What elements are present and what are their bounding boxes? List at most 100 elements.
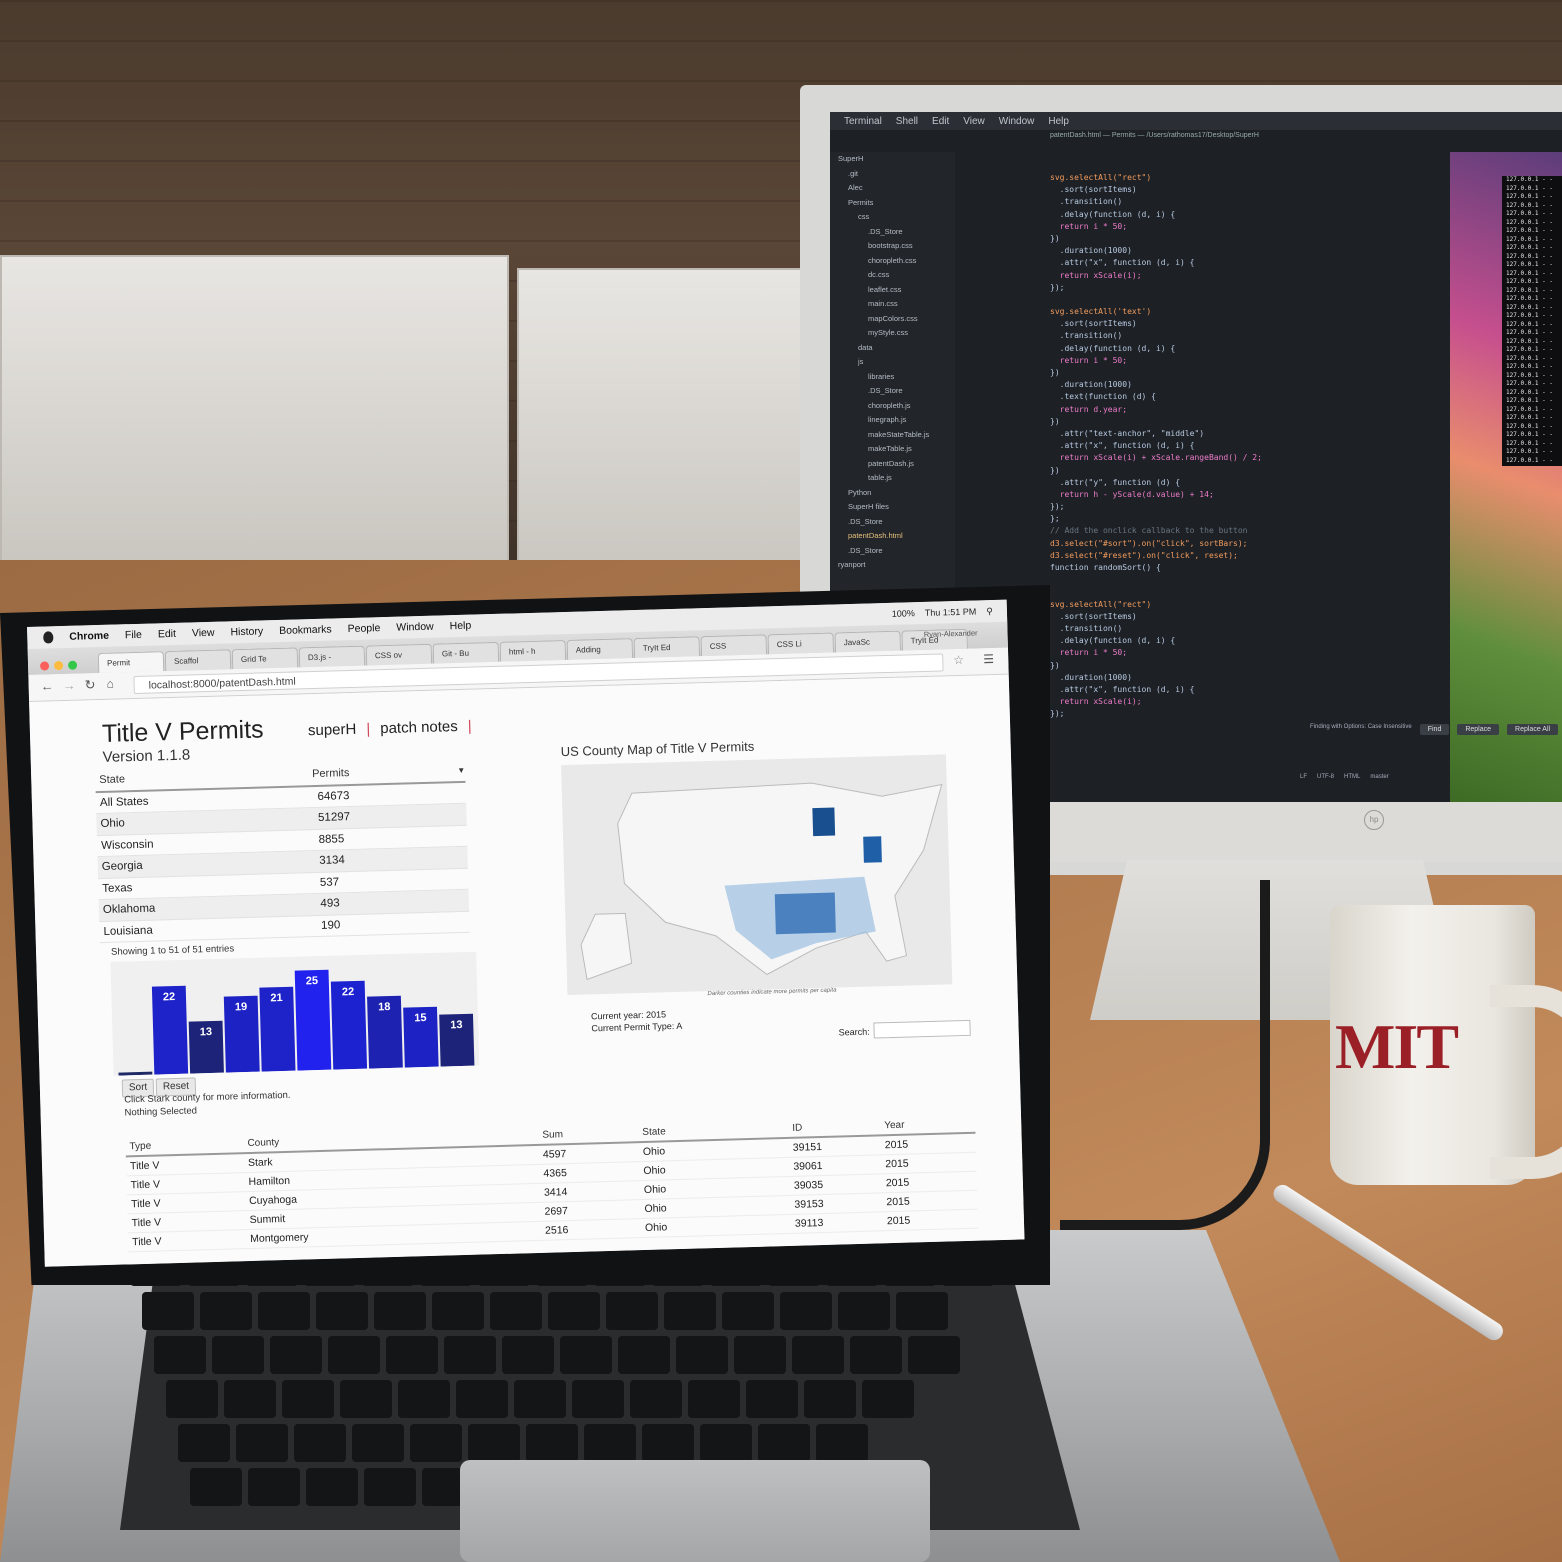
file-tree-item[interactable]: dc.css: [830, 268, 955, 283]
keyboard-key[interactable]: [410, 1424, 462, 1462]
keyboard-key[interactable]: [838, 1292, 890, 1330]
menu-view[interactable]: View: [192, 627, 215, 640]
browser-tab[interactable]: JavaSc: [834, 630, 901, 653]
file-tree-item[interactable]: Alec: [830, 181, 955, 196]
file-tree-item[interactable]: main.css: [830, 297, 955, 312]
browser-tab[interactable]: CSS: [700, 634, 768, 657]
keyboard-key[interactable]: [642, 1424, 694, 1462]
bookmark-star-icon[interactable]: ☆: [953, 653, 964, 667]
column-header-sum[interactable]: Sum: [542, 1127, 642, 1141]
file-tree-item[interactable]: choropleth.css: [830, 254, 955, 269]
keyboard-key[interactable]: [432, 1292, 484, 1330]
keyboard-key[interactable]: [270, 1336, 322, 1374]
search-icon[interactable]: ⚲: [986, 606, 993, 617]
file-tree-item[interactable]: choropleth.js: [830, 399, 955, 414]
column-header-permits[interactable]: Permits: [312, 764, 457, 780]
keyboard-key[interactable]: [352, 1424, 404, 1462]
keyboard-key[interactable]: [514, 1380, 566, 1418]
browser-tab[interactable]: CSS Li: [767, 632, 835, 655]
keyboard-key[interactable]: [908, 1336, 960, 1374]
reload-icon[interactable]: ↻: [84, 677, 95, 693]
file-tree-item[interactable]: linegraph.js: [830, 413, 955, 428]
keyboard-key[interactable]: [560, 1336, 612, 1374]
column-header-state[interactable]: State: [95, 768, 312, 787]
keyboard-key[interactable]: [606, 1292, 658, 1330]
browser-tab[interactable]: Permit: [97, 651, 165, 674]
keyboard-key[interactable]: [618, 1336, 670, 1374]
keyboard-key[interactable]: [200, 1292, 252, 1330]
editor-menu-help[interactable]: Help: [1048, 116, 1069, 127]
keyboard-key[interactable]: [862, 1380, 914, 1418]
keyboard-key[interactable]: [700, 1424, 752, 1462]
keyboard-key[interactable]: [306, 1468, 358, 1506]
browser-tab[interactable]: html - h: [499, 639, 567, 662]
browser-tab[interactable]: TryIt Ed: [633, 636, 701, 659]
menu-window[interactable]: Window: [396, 621, 434, 634]
file-tree-item[interactable]: patentDash.js: [830, 457, 955, 472]
editor-menu-shell[interactable]: Shell: [896, 116, 918, 127]
keyboard-key[interactable]: [734, 1336, 786, 1374]
file-tree-item[interactable]: Python: [830, 486, 955, 501]
file-tree-item[interactable]: SuperH: [830, 152, 955, 167]
file-tree-item[interactable]: SuperH files: [830, 500, 955, 515]
file-tree-item[interactable]: .DS_Store: [830, 225, 955, 240]
menu-bookmarks[interactable]: Bookmarks: [279, 623, 332, 636]
browser-tab[interactable]: D3.js -: [298, 645, 366, 668]
keyboard-key[interactable]: [190, 1468, 242, 1506]
keyboard-key[interactable]: [490, 1292, 542, 1330]
keyboard-key[interactable]: [166, 1380, 218, 1418]
keyboard-key[interactable]: [212, 1336, 264, 1374]
find-button-0[interactable]: Find: [1419, 724, 1450, 735]
chrome-menu-icon[interactable]: ☰: [983, 652, 994, 666]
file-tree-item[interactable]: myStyle.css: [830, 326, 955, 341]
keyboard-key[interactable]: [398, 1380, 450, 1418]
file-tree-item[interactable]: makeStateTable.js: [830, 428, 955, 443]
apple-icon[interactable]: [43, 631, 54, 644]
find-button-1[interactable]: Replace: [1457, 724, 1500, 735]
file-tree-item[interactable]: css: [830, 210, 955, 225]
menu-chrome[interactable]: Chrome: [69, 630, 109, 643]
file-tree-item[interactable]: data: [830, 341, 955, 356]
forward-arrow-icon[interactable]: →: [62, 678, 75, 693]
file-tree-item[interactable]: Permits: [830, 196, 955, 211]
menu-edit[interactable]: Edit: [158, 628, 176, 641]
trackpad[interactable]: [460, 1460, 930, 1562]
us-county-map[interactable]: [561, 754, 953, 996]
keyboard-key[interactable]: [758, 1424, 810, 1462]
menu-people[interactable]: People: [347, 622, 380, 635]
zoom-window-icon[interactable]: [67, 660, 78, 670]
browser-tab[interactable]: Adding: [566, 638, 634, 660]
keyboard-key[interactable]: [178, 1424, 230, 1462]
keyboard-key[interactable]: [572, 1380, 624, 1418]
keyboard-key[interactable]: [896, 1292, 948, 1330]
keyboard-key[interactable]: [154, 1336, 206, 1374]
keyboard-key[interactable]: [444, 1336, 496, 1374]
menu-file[interactable]: File: [125, 629, 142, 641]
column-header-id[interactable]: ID: [792, 1120, 884, 1133]
file-tree-item[interactable]: makeTable.js: [830, 442, 955, 457]
keyboard-key[interactable]: [340, 1380, 392, 1418]
nav-link-patch-notes[interactable]: patch notes: [380, 718, 458, 737]
keyboard-key[interactable]: [236, 1424, 288, 1462]
keyboard-key[interactable]: [804, 1380, 856, 1418]
keyboard-key[interactable]: [688, 1380, 740, 1418]
editor-menu-view[interactable]: View: [963, 116, 985, 127]
file-tree-item[interactable]: libraries: [830, 370, 955, 385]
search-input[interactable]: [873, 1019, 971, 1039]
keyboard-key[interactable]: [282, 1380, 334, 1418]
profile-name[interactable]: Ryan-Alexander: [924, 628, 978, 638]
keyboard-key[interactable]: [676, 1336, 728, 1374]
column-header-year[interactable]: Year: [884, 1117, 974, 1131]
browser-tab[interactable]: CSS ov: [365, 643, 433, 666]
column-header-county[interactable]: County: [247, 1129, 542, 1149]
file-tree-item[interactable]: ryanport: [830, 558, 955, 573]
find-button-2[interactable]: Replace All: [1507, 724, 1559, 735]
keyboard-key[interactable]: [386, 1336, 438, 1374]
keyboard-key[interactable]: [584, 1424, 636, 1462]
editor-menu-window[interactable]: Window: [999, 116, 1035, 127]
keyboard-key[interactable]: [548, 1292, 600, 1330]
keyboard-key[interactable]: [468, 1424, 520, 1462]
back-arrow-icon[interactable]: ←: [40, 678, 53, 693]
keyboard-key[interactable]: [142, 1292, 194, 1330]
minimize-window-icon[interactable]: [53, 661, 64, 671]
